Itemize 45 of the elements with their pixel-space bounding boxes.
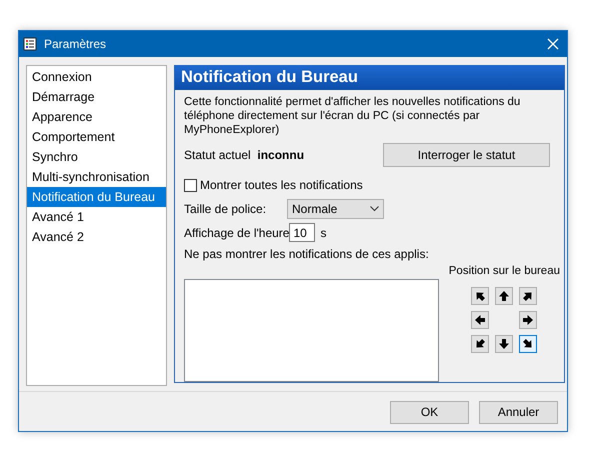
sidebar-item[interactable]: Comportement bbox=[27, 127, 166, 147]
font-size-dropdown[interactable]: Normale bbox=[287, 199, 384, 219]
description-text: Cette fonctionnalité permet d'afficher les nouvelles notifications du téléphone directement sur l'écran du PC (si connectés par MyPhoneExplorer) bbox=[184, 95, 522, 137]
position-button[interactable] bbox=[519, 287, 537, 305]
position-button[interactable] bbox=[495, 335, 513, 353]
arrow-icon bbox=[498, 338, 510, 350]
checkbox[interactable] bbox=[184, 178, 197, 192]
app-icon bbox=[23, 37, 37, 51]
field-label: Taille de police: bbox=[184, 202, 266, 216]
time-input[interactable]: 10 bbox=[289, 223, 316, 242]
sidebar-item[interactable]: Avancé 1 bbox=[27, 207, 166, 227]
query-status-button[interactable]: Interroger le statut bbox=[383, 143, 550, 167]
sidebar-item[interactable]: Connexion bbox=[27, 67, 166, 87]
position-button[interactable] bbox=[519, 335, 537, 353]
position-button[interactable] bbox=[519, 311, 537, 329]
arrow-icon bbox=[474, 314, 486, 326]
position-button[interactable] bbox=[495, 287, 513, 305]
app-list[interactable] bbox=[184, 279, 439, 382]
position-button[interactable] bbox=[471, 311, 489, 329]
field-label: Affichage de l'heure bbox=[184, 226, 290, 240]
position-label: Position sur le bureau bbox=[448, 265, 560, 277]
panel-title: Notification du Bureau bbox=[175, 65, 564, 90]
sidebar-item[interactable]: Apparence bbox=[27, 107, 166, 127]
arrow-icon bbox=[474, 338, 486, 350]
position-button[interactable] bbox=[471, 335, 489, 353]
arrow-icon bbox=[498, 290, 510, 302]
field-label: Ne pas montrer les notifications de ces applis: bbox=[184, 247, 430, 261]
position-button[interactable] bbox=[471, 287, 489, 305]
chevron-icon bbox=[370, 206, 379, 212]
arrow-icon bbox=[522, 290, 534, 302]
arrow-icon bbox=[522, 338, 534, 350]
checkbox-label: Montrer toutes les notifications bbox=[200, 178, 363, 192]
close-icon[interactable] bbox=[547, 38, 559, 50]
sidebar-item[interactable]: Notification du Bureau bbox=[27, 187, 166, 207]
dialog-button[interactable]: Annuler bbox=[479, 400, 558, 424]
sidebar-item[interactable]: Synchro bbox=[27, 147, 166, 167]
sidebar-item[interactable]: Avancé 2 bbox=[27, 227, 166, 247]
unit-label: s bbox=[320, 226, 326, 240]
window-title: Paramètres bbox=[44, 37, 108, 51]
dialog-button[interactable]: OK bbox=[390, 400, 469, 424]
arrow-icon bbox=[522, 314, 534, 326]
arrow-icon bbox=[474, 290, 486, 302]
sidebar-item[interactable]: Multi-synchronisation bbox=[27, 167, 166, 187]
status-text: Statut actuel inconnu bbox=[184, 148, 304, 162]
sidebar-item[interactable]: Démarrage bbox=[27, 87, 166, 107]
